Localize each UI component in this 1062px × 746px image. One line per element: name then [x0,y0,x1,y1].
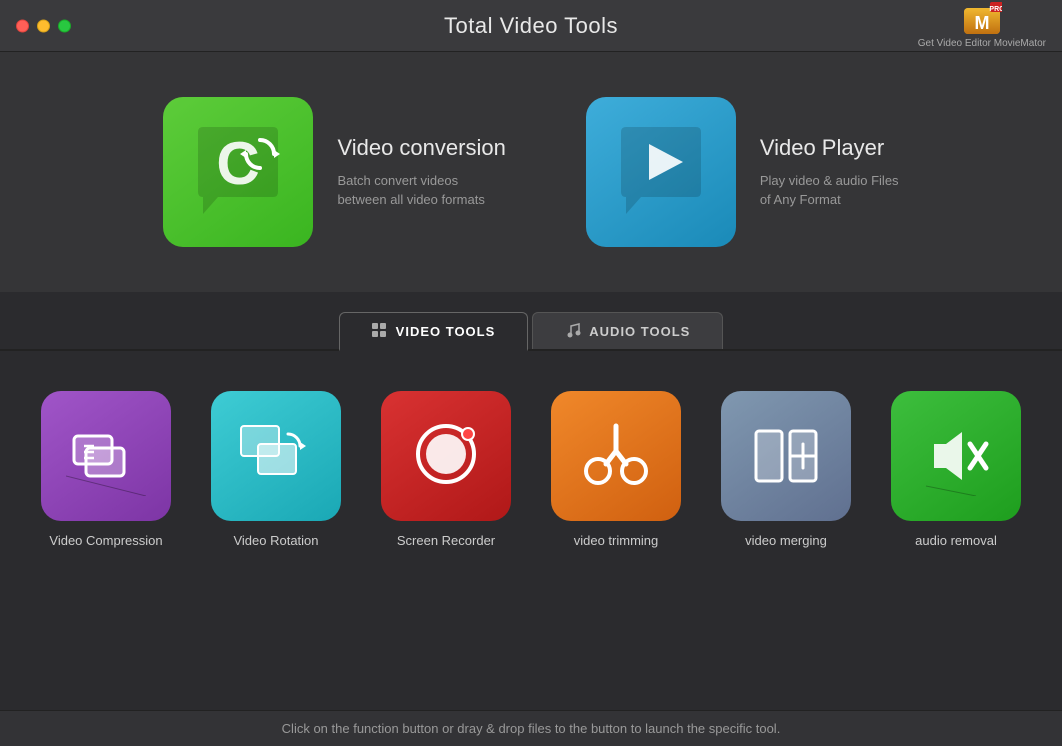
status-text: Click on the function button or dray & d… [282,721,781,736]
moviemator-badge[interactable]: M PRO Get Video Editor MovieMator [918,2,1046,50]
video-trimming-icon [551,391,681,521]
video-conversion-tool[interactable]: C Video conversion Batch convert videosb… [163,97,505,247]
status-bar: Click on the function button or dray & d… [0,710,1062,746]
video-trimming-label: video trimming [574,533,659,548]
video-player-text: Video Player Play video & audio Filesof … [760,135,899,210]
video-merging-label: video merging [745,533,827,548]
app-title: Total Video Tools [444,13,618,39]
svg-text:M: M [974,13,989,33]
merge-icon [746,416,826,496]
audio-removal-label: audio removal [915,533,997,548]
screen-recorder-icon [381,391,511,521]
tool-video-compression[interactable]: Video Compression [41,391,171,548]
video-player-desc: Play video & audio Filesof Any Format [760,171,899,210]
svg-text:PRO: PRO [989,6,1002,13]
moviemator-icon: M PRO [962,2,1002,36]
grid-icon [372,323,388,339]
svg-text:C: C [217,130,260,197]
video-player-icon [586,97,736,247]
video-merging-icon [721,391,851,521]
tabs-section: VIDEO TOOLS AUDIO TOOLS [0,292,1062,351]
maximize-button[interactable] [58,19,71,32]
screen-recorder-label: Screen Recorder [397,533,495,548]
record-icon [406,416,486,496]
video-tools-tab-label: VIDEO TOOLS [396,324,496,339]
moviemator-label: Get Video Editor MovieMator [918,38,1046,50]
tool-video-merging[interactable]: video merging [721,391,851,548]
video-rotation-label: Video Rotation [233,533,318,548]
video-rotation-icon [211,391,341,521]
tools-section: Video Compression Video Rotation [0,351,1062,578]
title-bar: Total Video Tools M PRO Get Video Editor… [0,0,1062,52]
tool-video-trimming[interactable]: video trimming [551,391,681,548]
mute-icon [916,416,996,496]
top-section: C Video conversion Batch convert videosb… [0,52,1062,292]
audio-tools-tab-label: AUDIO TOOLS [589,324,690,339]
video-player-title: Video Player [760,135,899,161]
audio-removal-icon [891,391,1021,521]
video-conversion-desc: Batch convert videosbetween all video fo… [337,171,505,210]
music-icon [565,323,581,339]
video-player-tool[interactable]: Video Player Play video & audio Filesof … [586,97,899,247]
compress-icon [66,416,146,496]
traffic-lights [16,19,71,32]
tool-video-rotation[interactable]: Video Rotation [211,391,341,548]
video-conversion-icon: C [163,97,313,247]
video-conversion-text: Video conversion Batch convert videosbet… [337,135,505,210]
minimize-button[interactable] [37,19,50,32]
tab-video-tools[interactable]: VIDEO TOOLS [339,312,529,351]
rotate-icon [236,416,316,496]
tab-audio-tools[interactable]: AUDIO TOOLS [532,312,723,349]
tool-screen-recorder[interactable]: Screen Recorder [381,391,511,548]
video-conversion-title: Video conversion [337,135,505,161]
video-compression-label: Video Compression [49,533,162,548]
close-button[interactable] [16,19,29,32]
tool-audio-removal[interactable]: audio removal [891,391,1021,548]
video-compression-icon [41,391,171,521]
scissors-icon [576,416,656,496]
